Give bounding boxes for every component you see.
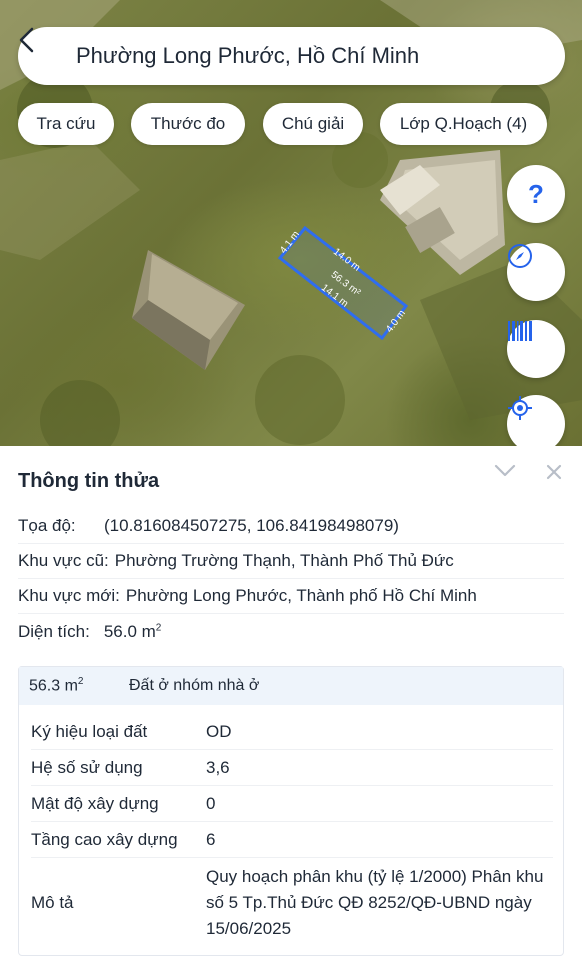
building-left xyxy=(132,250,245,370)
zoning-type: Đất ở nhóm nhà ở xyxy=(129,677,260,694)
help-button[interactable]: ? xyxy=(507,165,565,223)
size-label: Diện tích: xyxy=(18,621,90,641)
zoning-area: 56.3 m2 xyxy=(29,676,84,695)
zoning-key: Tầng cao xây dựng xyxy=(31,830,178,849)
old-area-value: Phường Trường Thạnh, Thành Phố Thủ Đức xyxy=(114,551,454,570)
back-arrow-icon[interactable] xyxy=(18,27,76,85)
coord-value: (10.816084507275, 106.84198498079) xyxy=(104,516,399,535)
tool-chips: Tra cứu Thước đo Chú giải Lớp Q.Hoạch (4… xyxy=(0,103,582,145)
panel-title: Thông tin thửa xyxy=(18,470,160,492)
search-bar[interactable]: Phường Long Phước, Hồ Chí Minh xyxy=(18,27,565,85)
chip-ruler[interactable]: Thước đo xyxy=(131,103,245,145)
coord-label: Tọa độ: xyxy=(18,516,76,535)
zoning-value: 0 xyxy=(206,794,216,813)
zoning-row: Mô tả Quy hoạch phân khu (tỷ lệ 1/2000) … xyxy=(31,859,553,947)
barcode-button[interactable] xyxy=(507,320,565,378)
locate-button[interactable] xyxy=(507,395,565,446)
satellite-map[interactable]: 14.0 m 56.3 m² 14.1 m 4.1 m 4.0 m Phường… xyxy=(0,0,582,446)
zoning-header: 56.3 m2 Đất ở nhóm nhà ở xyxy=(19,667,563,705)
zoning-value: 3,6 xyxy=(206,758,230,777)
chip-planning-layers[interactable]: Lớp Q.Hoạch (4) xyxy=(380,103,547,145)
zoning-value: 6 xyxy=(206,830,216,849)
zoning-description: Quy hoạch phân khu (tỷ lệ 1/2000) Phân k… xyxy=(206,867,544,938)
help-icon: ? xyxy=(528,178,544,209)
close-icon[interactable] xyxy=(546,464,562,480)
zoning-row: Hệ số sử dụng 3,6 xyxy=(31,751,553,786)
zoning-value: OD xyxy=(206,722,232,741)
old-area-row: Khu vực cũ: Phường Trường Thạnh, Thành P… xyxy=(18,544,564,579)
new-area-value: Phường Long Phước, Thành phố Hồ Chí Minh xyxy=(125,586,477,605)
zoning-key: Hệ số sử dụng xyxy=(31,758,143,777)
building-right xyxy=(380,150,505,275)
new-area-label: Khu vực mới: xyxy=(18,586,120,605)
chip-lookup[interactable]: Tra cứu xyxy=(18,103,114,145)
zoning-key: Mật độ xây dựng xyxy=(31,794,159,813)
size-row: Diện tích: 56.0 m2 xyxy=(18,614,564,649)
panel-actions xyxy=(494,464,562,480)
zoning-row: Mật độ xây dựng 0 xyxy=(31,787,553,822)
zoning-key: Mô tả xyxy=(31,893,74,912)
chip-legend[interactable]: Chú giải xyxy=(263,103,363,145)
zoning-key: Ký hiệu loại đất xyxy=(31,722,148,741)
collapse-chevron-icon[interactable] xyxy=(494,464,516,480)
zoning-row: Ký hiệu loại đất OD xyxy=(31,715,553,750)
zoning-card: 56.3 m2 Đất ở nhóm nhà ở Ký hiệu loại đấ… xyxy=(18,666,564,956)
location-title[interactable]: Phường Long Phước, Hồ Chí Minh xyxy=(76,43,419,69)
old-area-label: Khu vực cũ: xyxy=(18,551,109,570)
new-area-row: Khu vực mới: Phường Long Phước, Thành ph… xyxy=(18,579,564,614)
compass-button[interactable] xyxy=(507,243,565,301)
size-value: 56.0 m2 xyxy=(103,621,162,641)
zoning-row: Tầng cao xây dựng 6 xyxy=(31,823,553,858)
coord-row: Tọa độ: (10.816084507275, 106.8419849807… xyxy=(18,509,564,544)
